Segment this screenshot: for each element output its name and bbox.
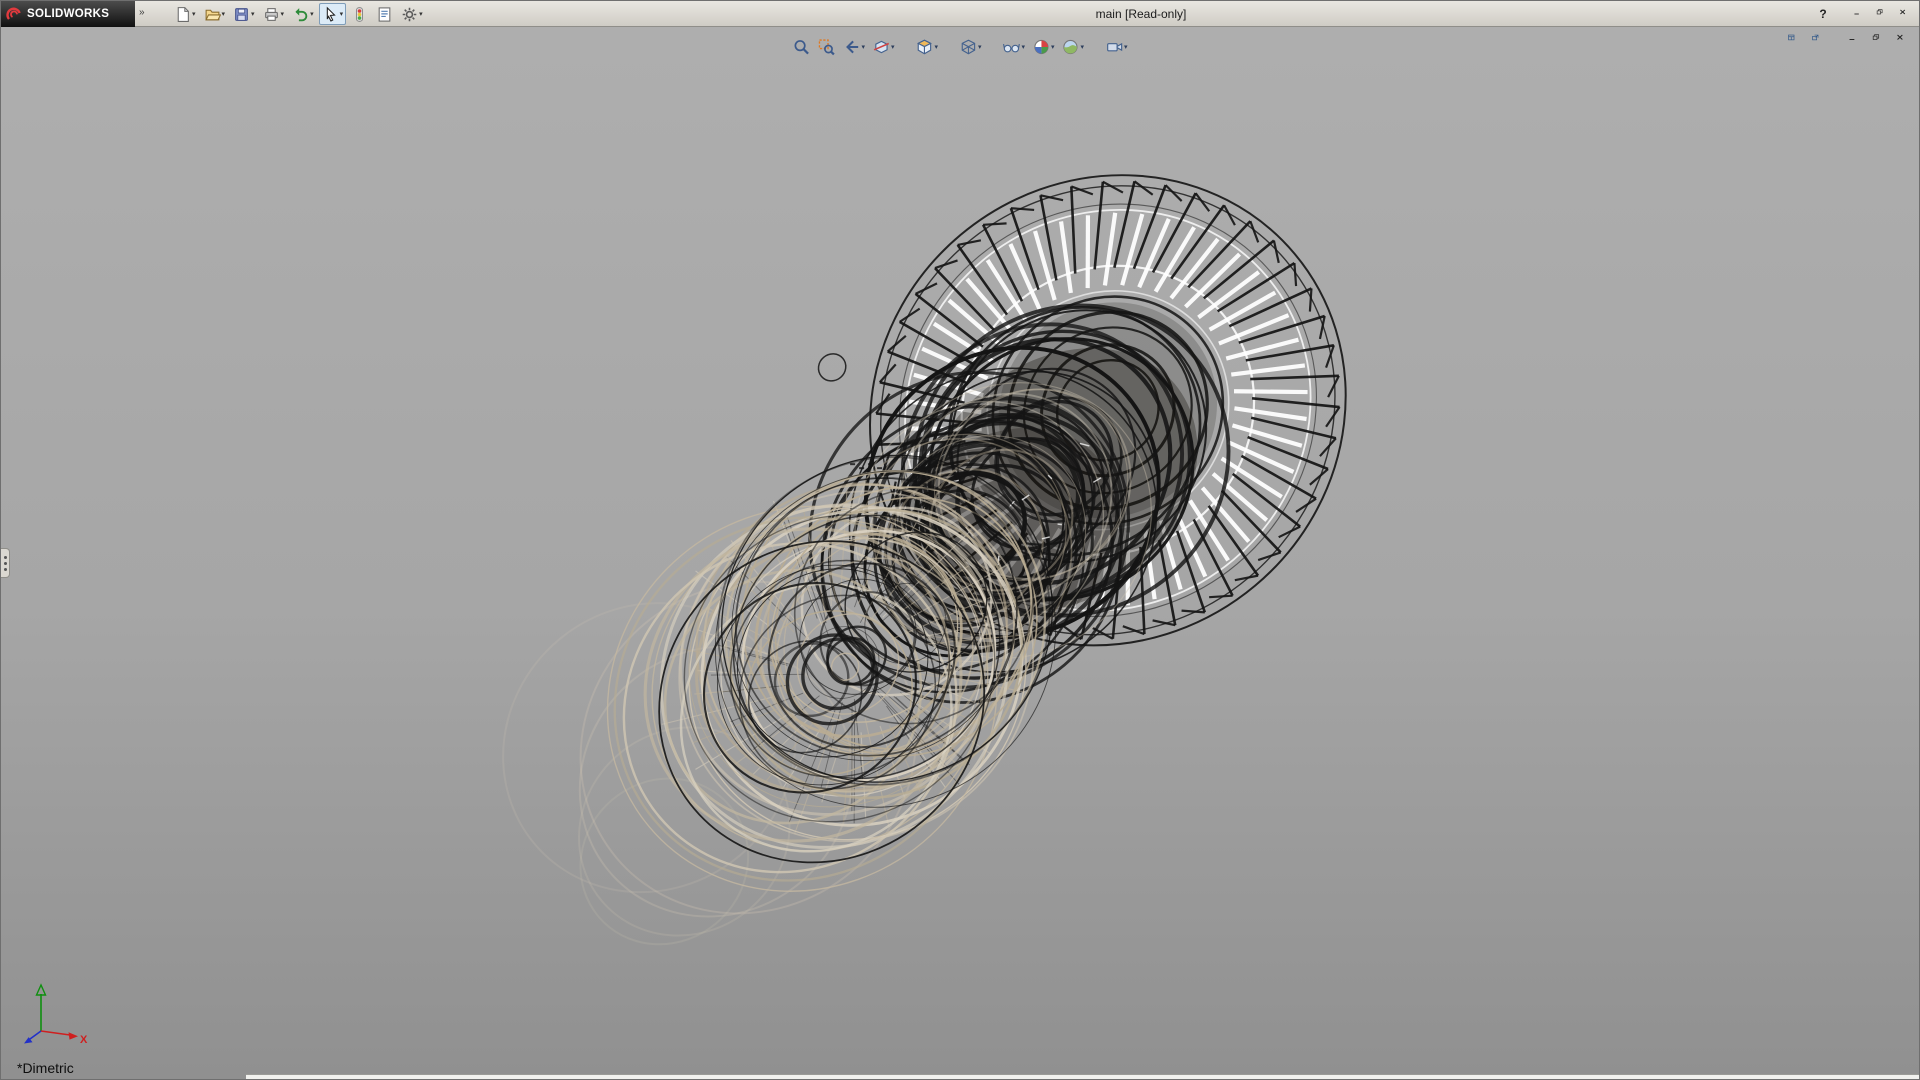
apply-scene-button[interactable]: ▾ [1060,35,1087,59]
view-orientation-button[interactable]: ▾ [913,35,940,59]
view-orientation-icon [915,38,933,56]
minimize-document-icon [1848,34,1860,45]
headsup-toolbar: ▾ ▾ ▾ ▾ ▾ ▾ ▾ ▾ [790,35,1129,59]
view-orientation-label: *Dimetric [17,1060,74,1076]
main-toolbar: ▾ ▾ ▾ ▾ ▾ ▾ ▾ [171,2,426,26]
titlebar: SOLIDWORKS » ▾ ▾ ▾ ▾ ▾ ▾ ▾ main [Read-only] ? [1,1,1919,27]
document-title: main [Read-only] [1096,7,1187,21]
section-view-icon [872,38,890,56]
minimize-document-button[interactable] [1844,32,1863,47]
previous-view-button[interactable]: ▾ [840,35,867,59]
y-axis-arrow [37,985,46,1031]
toolbar-overflow-chevron[interactable]: » [139,7,145,18]
dropdown-arrow-icon[interactable]: ▾ [1124,44,1128,51]
minimize-button[interactable] [1848,5,1868,22]
brand-text: SOLIDWORKS [27,8,109,20]
undo-icon [292,6,309,23]
options-button[interactable]: ▾ [398,3,426,25]
x-axis-arrow: X [41,1031,88,1046]
dropdown-arrow-icon[interactable]: ▾ [251,11,255,18]
file-properties-icon [376,6,393,23]
rebuild-button[interactable] [348,3,371,25]
close-document-button[interactable] [1892,32,1911,47]
close-icon [1899,9,1910,19]
window-controls: ? [1813,5,1914,22]
zoom-to-fit-icon [792,38,810,56]
save-button[interactable]: ▾ [230,3,258,25]
tile-window-icon [1787,34,1799,45]
float-window-button[interactable] [1807,32,1826,47]
hide-show-items-icon [1003,38,1021,56]
engine-model-wireframe [1,27,1919,1079]
dropdown-arrow-icon[interactable]: ▾ [1022,44,1026,51]
save-icon [233,6,250,23]
edit-appearance-button[interactable]: ▾ [1030,35,1057,59]
dropdown-arrow-icon[interactable]: ▾ [978,44,982,51]
restore-document-icon [1872,34,1884,45]
status-bar-strip [246,1074,1919,1079]
restore-document-button[interactable] [1868,32,1887,47]
undo-button[interactable]: ▾ [289,3,317,25]
dropdown-arrow-icon[interactable]: ▾ [340,11,344,18]
dropdown-arrow-icon[interactable]: ▾ [934,44,938,51]
featuremanager-splitter-handle[interactable] [1,548,10,578]
display-style-button[interactable]: ▾ [957,35,984,59]
select-icon [322,6,339,23]
dropdown-arrow-icon[interactable]: ▾ [222,11,226,18]
select-button[interactable]: ▾ [319,3,347,25]
dropdown-arrow-icon[interactable]: ▾ [419,11,423,18]
help-icon: ? [1819,7,1826,21]
graphics-viewport[interactable]: ▾ ▾ ▾ ▾ ▾ ▾ ▾ ▾ X *Dimetric [1,27,1919,1079]
dropdown-arrow-icon[interactable]: ▾ [310,11,314,18]
hide-show-items-button[interactable]: ▾ [1001,35,1028,59]
options-icon [401,6,418,23]
open-document-icon [204,6,221,23]
view-settings-button[interactable]: ▾ [1103,35,1130,59]
zoom-to-area-icon [817,38,835,56]
zoom-to-area-button[interactable] [815,35,837,59]
apply-scene-icon [1062,38,1080,56]
float-window-icon [1811,34,1823,45]
x-axis-label: X [80,1034,88,1046]
dropdown-arrow-icon[interactable]: ▾ [281,11,285,18]
solidworks-logo: SOLIDWORKS [1,1,135,27]
display-style-icon [959,38,977,56]
view-settings-icon [1105,38,1123,56]
orientation-triad: X [15,975,95,1055]
dropdown-arrow-icon[interactable]: ▾ [1051,44,1055,51]
new-document-icon [174,6,191,23]
close-button[interactable] [1894,5,1914,22]
file-properties-button[interactable] [373,3,396,25]
rebuild-icon [351,6,368,23]
dropdown-arrow-icon[interactable]: ▾ [192,11,196,18]
solidworks-window: SOLIDWORKS » ▾▾▾▾▾▾▾ main [Read-only] ? … [0,0,1920,1080]
new-document-button[interactable]: ▾ [171,3,199,25]
edit-appearance-icon [1032,38,1050,56]
help-button[interactable]: ? [1813,5,1833,22]
open-document-button[interactable]: ▾ [201,3,229,25]
restore-icon [1876,9,1887,19]
dropdown-arrow-icon[interactable]: ▾ [861,44,865,51]
document-window-controls [1783,32,1911,47]
tile-window-button[interactable] [1783,32,1802,47]
dropdown-arrow-icon[interactable]: ▾ [1081,44,1085,51]
dassault-logo-icon [6,6,23,23]
restore-button[interactable] [1871,5,1891,22]
zoom-to-fit-button[interactable] [790,35,812,59]
dropdown-arrow-icon[interactable]: ▾ [891,44,895,51]
print-button[interactable]: ▾ [260,3,288,25]
close-document-icon [1896,34,1908,45]
minimize-icon [1853,9,1864,19]
section-view-button[interactable]: ▾ [870,35,897,59]
z-axis-arrow [24,1031,41,1044]
print-icon [263,6,280,23]
previous-view-icon [842,38,860,56]
